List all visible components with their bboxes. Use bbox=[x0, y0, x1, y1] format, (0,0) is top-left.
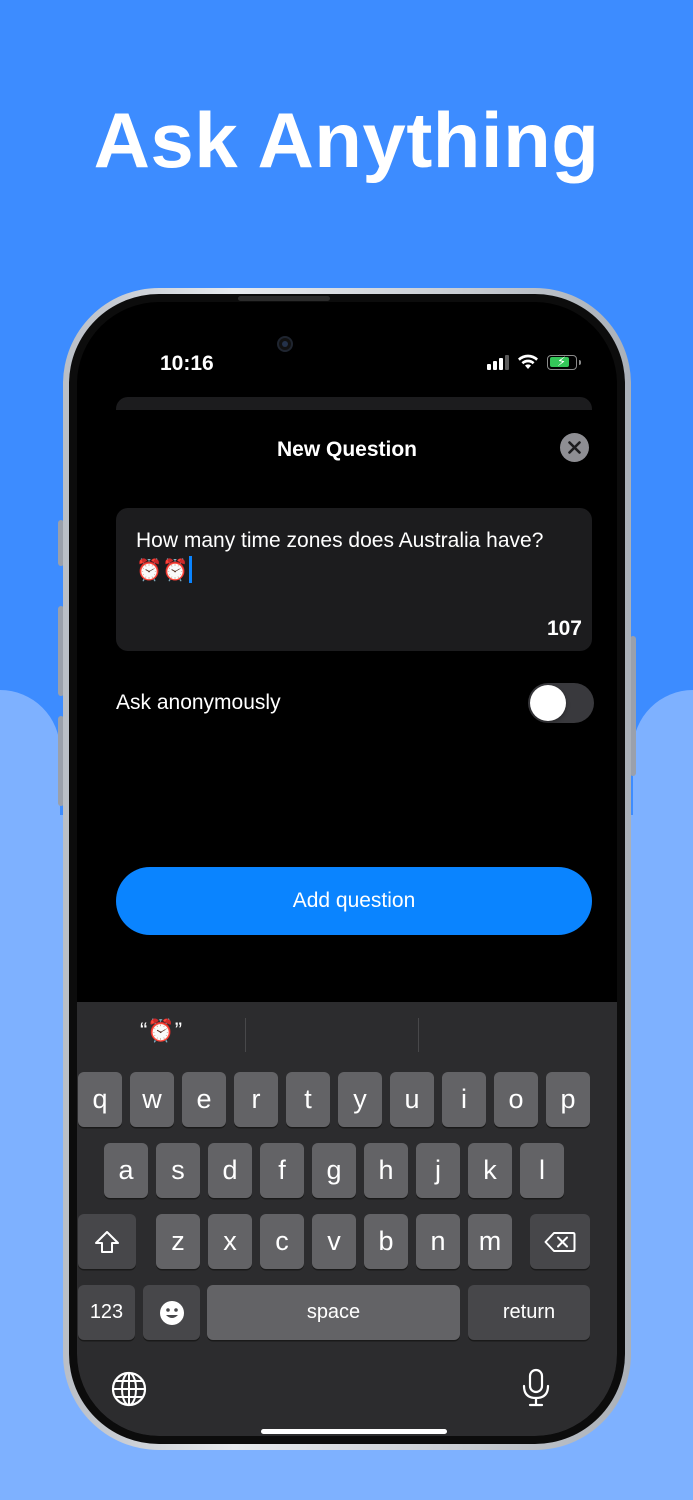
key-j[interactable]: j bbox=[416, 1143, 460, 1198]
numbers-key[interactable]: 123 bbox=[78, 1285, 135, 1340]
wifi-icon bbox=[518, 354, 538, 369]
suggestion-1[interactable]: “⏰” bbox=[77, 1018, 245, 1044]
text-cursor bbox=[189, 556, 192, 583]
phone-frame: 10:16 ⚡ New Question How many time zones… bbox=[63, 288, 631, 1450]
key-b[interactable]: b bbox=[364, 1214, 408, 1269]
cellular-signal-icon bbox=[487, 354, 509, 370]
globe-icon[interactable] bbox=[110, 1370, 148, 1408]
front-camera bbox=[277, 336, 293, 352]
phone-speaker-grille bbox=[238, 296, 330, 301]
question-input[interactable]: How many time zones does Australia have?… bbox=[116, 508, 592, 651]
space-key[interactable]: space bbox=[207, 1285, 460, 1340]
key-s[interactable]: s bbox=[156, 1143, 200, 1198]
close-icon bbox=[568, 441, 581, 454]
keyboard-bottom-bar bbox=[77, 1364, 617, 1414]
suggestion-divider bbox=[245, 1018, 246, 1052]
microphone-icon[interactable] bbox=[521, 1368, 551, 1408]
key-x[interactable]: x bbox=[208, 1214, 252, 1269]
key-e[interactable]: e bbox=[182, 1072, 226, 1127]
key-h[interactable]: h bbox=[364, 1143, 408, 1198]
key-u[interactable]: u bbox=[390, 1072, 434, 1127]
suggestion-bar: “⏰” bbox=[77, 1002, 617, 1066]
emoji-key[interactable] bbox=[143, 1285, 200, 1340]
return-key[interactable]: return bbox=[468, 1285, 590, 1340]
key-r[interactable]: r bbox=[234, 1072, 278, 1127]
question-text[interactable]: How many time zones does Australia have?… bbox=[136, 526, 572, 586]
key-z[interactable]: z bbox=[156, 1214, 200, 1269]
shift-key[interactable] bbox=[78, 1214, 136, 1269]
key-f[interactable]: f bbox=[260, 1143, 304, 1198]
key-l[interactable]: l bbox=[520, 1143, 564, 1198]
key-v[interactable]: v bbox=[312, 1214, 356, 1269]
delete-key[interactable] bbox=[530, 1214, 590, 1269]
battery-charging-icon: ⚡ bbox=[547, 354, 581, 370]
suggestion-divider bbox=[418, 1018, 419, 1052]
character-count: 107 bbox=[546, 617, 582, 640]
key-k[interactable]: k bbox=[468, 1143, 512, 1198]
home-indicator bbox=[261, 1429, 447, 1434]
key-t[interactable]: t bbox=[286, 1072, 330, 1127]
key-i[interactable]: i bbox=[442, 1072, 486, 1127]
shift-icon bbox=[95, 1230, 119, 1253]
key-a[interactable]: a bbox=[104, 1143, 148, 1198]
sheet-title: New Question bbox=[276, 438, 418, 461]
key-d[interactable]: d bbox=[208, 1143, 252, 1198]
emoji-icon bbox=[159, 1300, 184, 1325]
key-p[interactable]: p bbox=[546, 1072, 590, 1127]
key-c[interactable]: c bbox=[260, 1214, 304, 1269]
hero-title: Ask Anything bbox=[93, 96, 600, 184]
backspace-icon bbox=[544, 1231, 576, 1252]
key-q[interactable]: q bbox=[78, 1072, 122, 1127]
key-w[interactable]: w bbox=[130, 1072, 174, 1127]
close-button[interactable] bbox=[560, 433, 589, 462]
status-icons: ⚡ bbox=[487, 354, 581, 370]
add-question-button[interactable]: Add question bbox=[116, 867, 592, 935]
anonymous-label: Ask anonymously bbox=[116, 691, 281, 714]
key-g[interactable]: g bbox=[312, 1143, 356, 1198]
toggle-knob bbox=[530, 685, 566, 721]
anonymous-toggle[interactable] bbox=[528, 683, 594, 723]
status-time: 10:16 bbox=[160, 352, 214, 375]
key-o[interactable]: o bbox=[494, 1072, 538, 1127]
phone-screen: 10:16 ⚡ New Question How many time zones… bbox=[77, 302, 617, 1436]
phone-bezel: 10:16 ⚡ New Question How many time zones… bbox=[69, 294, 625, 1444]
key-y[interactable]: y bbox=[338, 1072, 382, 1127]
anonymous-row: Ask anonymously bbox=[116, 682, 594, 724]
key-n[interactable]: n bbox=[416, 1214, 460, 1269]
keyboard: “⏰” q w e r t y u i o p a s d f g h j k … bbox=[77, 1002, 617, 1436]
key-m[interactable]: m bbox=[468, 1214, 512, 1269]
